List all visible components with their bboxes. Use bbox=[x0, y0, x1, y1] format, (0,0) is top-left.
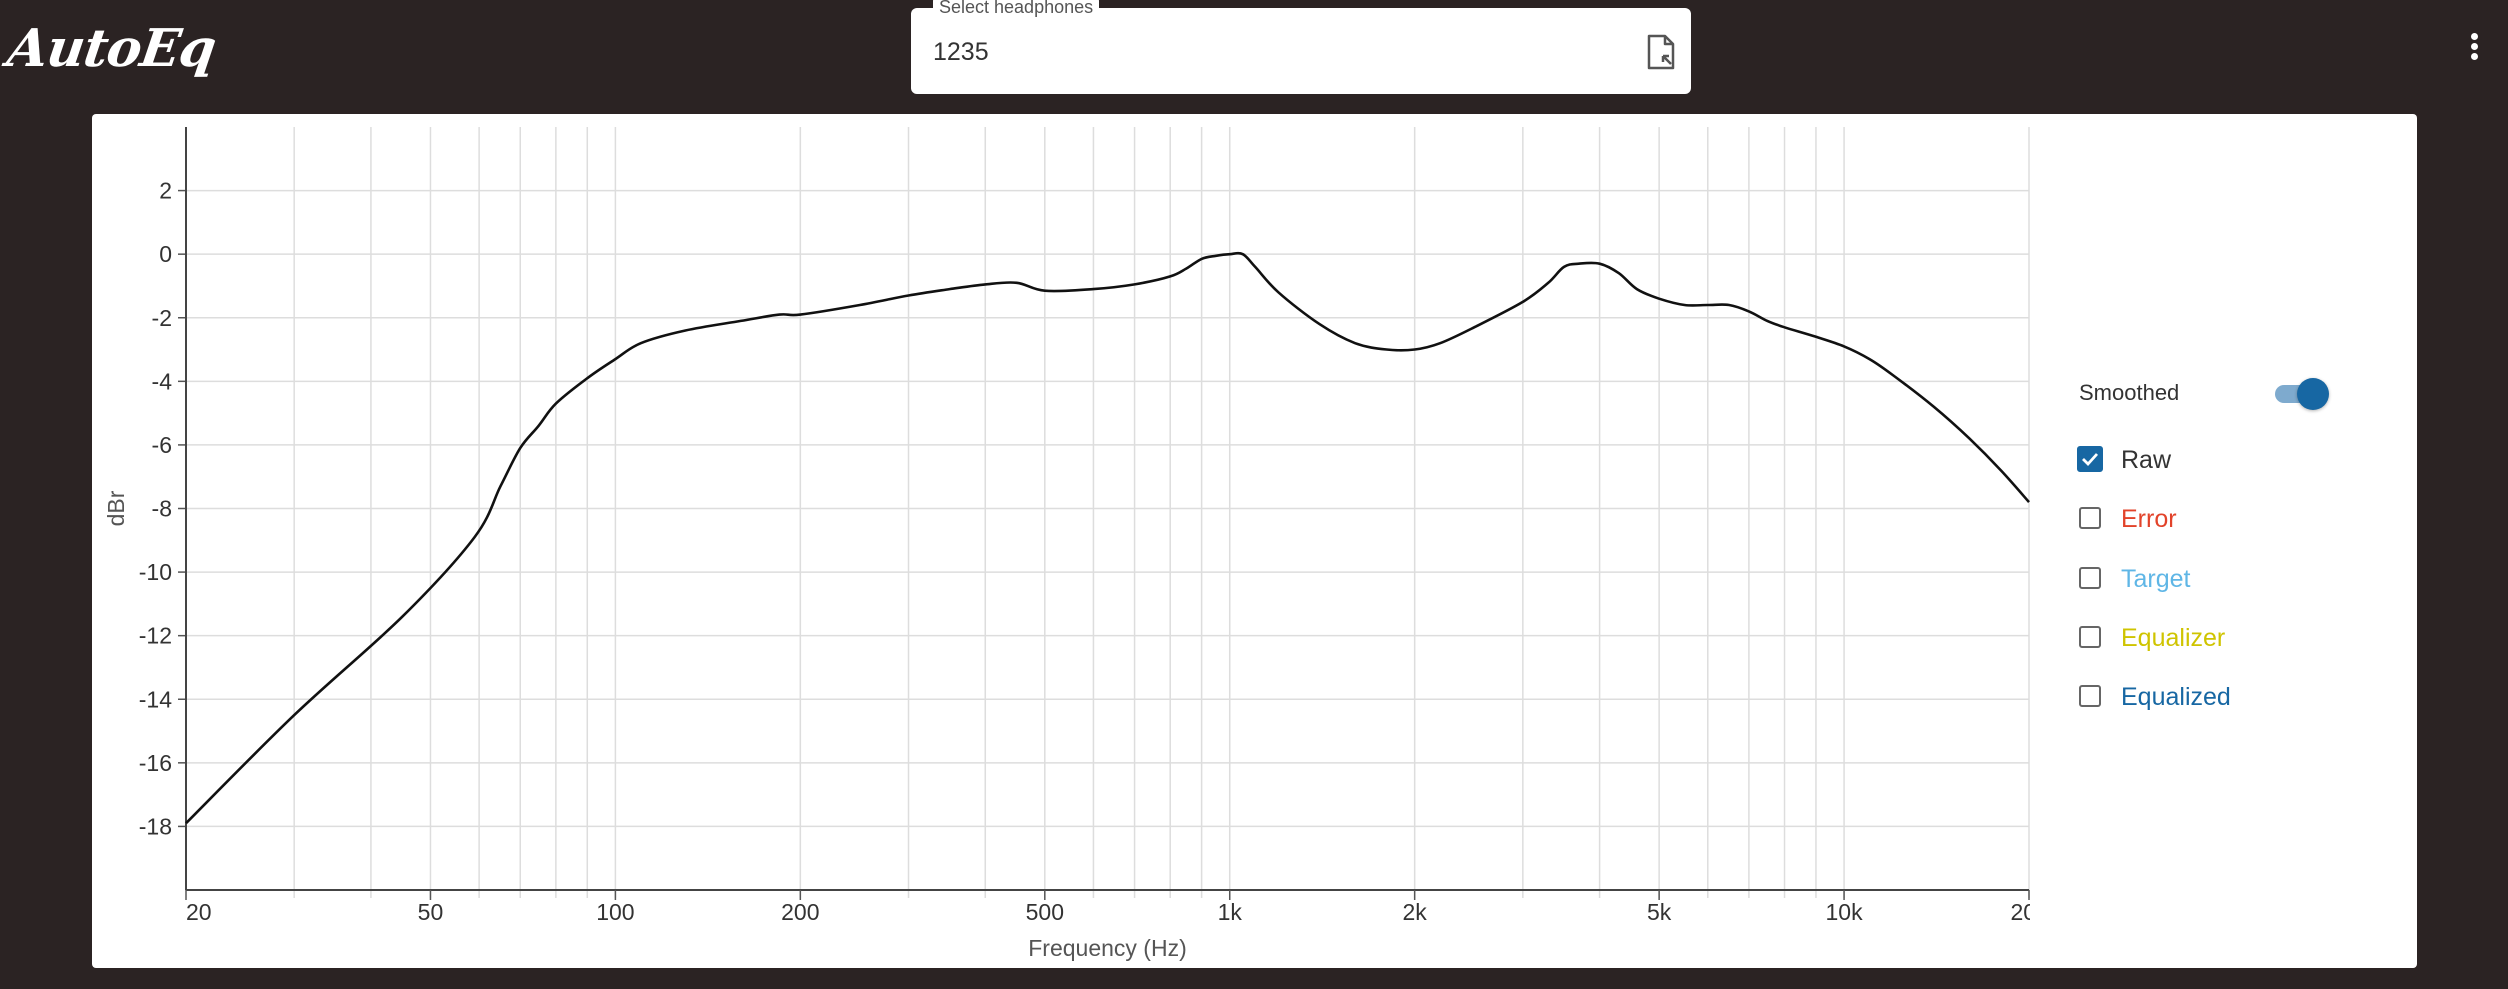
y-tick-label: -2 bbox=[152, 305, 172, 331]
x-tick-label: 20k bbox=[2010, 899, 2048, 925]
x-tick-label: 50 bbox=[418, 899, 444, 925]
x-tick-label: 2k bbox=[1403, 899, 1428, 925]
series-label: Target bbox=[2121, 565, 2191, 593]
y-tick-label: -18 bbox=[139, 813, 172, 839]
y-tick-label: -16 bbox=[139, 750, 172, 776]
y-tick-label: -4 bbox=[152, 368, 173, 394]
smoothed-toggle[interactable] bbox=[2271, 376, 2329, 410]
y-tick-label: -10 bbox=[139, 559, 172, 585]
y-tick-label: 2 bbox=[159, 178, 172, 204]
series-toggle-equalized[interactable]: Equalized bbox=[2079, 677, 2349, 717]
x-tick-label: 20 bbox=[186, 899, 212, 925]
x-tick-label: 10k bbox=[1826, 899, 1864, 925]
more-vert-icon[interactable] bbox=[2466, 30, 2482, 70]
x-tick-label: 200 bbox=[781, 899, 819, 925]
checkbox-unchecked-icon[interactable] bbox=[2079, 567, 2101, 589]
series-toggle-error[interactable]: Error bbox=[2079, 499, 2349, 539]
frequency-response-chart: 20-2-4-6-8-10-12-14-16-1820 50 100 200 500 1k… bbox=[103, 127, 2048, 961]
top-app-bar: AutoEq Select headphones bbox=[0, 0, 2508, 113]
smoothed-control: Smoothed bbox=[2079, 372, 2351, 412]
y-axis-label: dBr bbox=[103, 490, 129, 526]
series-label: Raw bbox=[2121, 446, 2172, 474]
y-tick-label: -8 bbox=[152, 496, 172, 522]
y-tick-label: -6 bbox=[152, 432, 172, 458]
smoothed-label: Smoothed bbox=[2079, 380, 2180, 405]
x-tick-label: 1k bbox=[1218, 899, 1243, 925]
series-label: Equalizer bbox=[2121, 624, 2226, 652]
headphone-search[interactable]: Select headphones bbox=[911, 0, 1691, 94]
checkbox-unchecked-icon[interactable] bbox=[2079, 507, 2101, 529]
graph-card: 2 0 -2 -4 -6 -8 -10 -12 -14 -16 -18 20 50 100 200 500 1k… bbox=[92, 114, 2417, 968]
series-toggle-target[interactable]: Target bbox=[2079, 559, 2349, 599]
checkbox-unchecked-icon[interactable] bbox=[2079, 626, 2101, 648]
x-axis-label: Frequency (Hz) bbox=[1028, 935, 1186, 961]
checkbox-unchecked-icon[interactable] bbox=[2079, 685, 2101, 707]
x-tick-label: 500 bbox=[1026, 899, 1064, 925]
series-label: Error bbox=[2121, 505, 2177, 533]
series-label: Equalized bbox=[2121, 683, 2231, 711]
file-select-icon[interactable] bbox=[1641, 32, 1681, 72]
series-line-raw bbox=[185, 251, 2030, 825]
x-tick-label: 100 bbox=[596, 899, 634, 925]
series-toggle-raw[interactable]: Raw bbox=[2077, 440, 2349, 480]
x-tick-label: 5k bbox=[1647, 899, 1672, 925]
y-tick-label: -12 bbox=[139, 623, 172, 649]
search-legend: Select headphones bbox=[933, 0, 1100, 16]
y-tick-label: -14 bbox=[139, 686, 172, 712]
headphone-search-input[interactable] bbox=[933, 34, 1613, 70]
autoeq-logo[interactable]: AutoEq bbox=[4, 18, 219, 79]
checkbox-checked-icon[interactable] bbox=[2077, 446, 2103, 472]
y-tick-label: 0 bbox=[159, 241, 172, 267]
series-toggle-equalizer[interactable]: Equalizer bbox=[2079, 618, 2349, 658]
